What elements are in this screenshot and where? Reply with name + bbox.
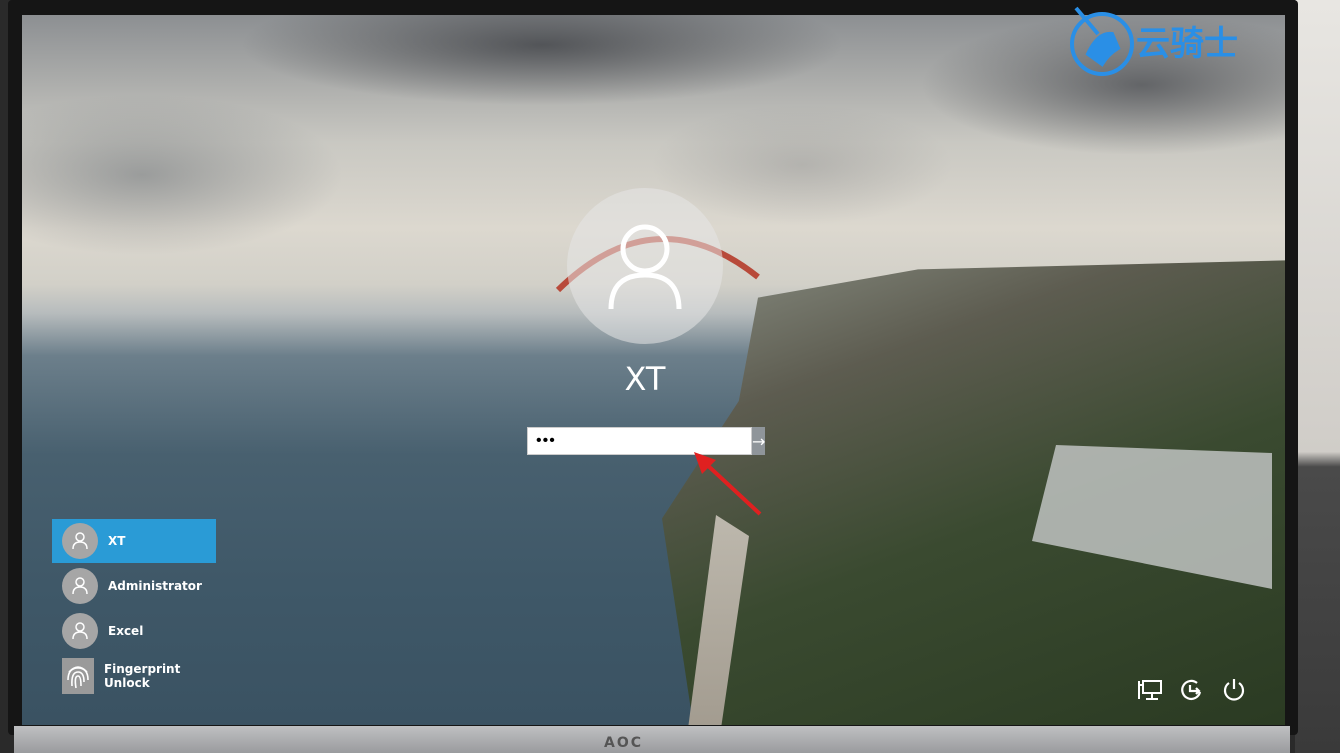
user-item-administrator[interactable]: Administrator — [52, 564, 216, 608]
accessibility-icon[interactable] — [1178, 676, 1206, 704]
knight-logo-icon — [1070, 6, 1134, 76]
network-icon[interactable] — [1136, 676, 1164, 704]
user-item-excel[interactable]: Excel — [52, 609, 216, 653]
user-item-fingerprint-unlock[interactable]: Fingerprint Unlock — [52, 654, 216, 698]
user-switch-list: XT Administrator Excel Fingerprint Unloc… — [52, 519, 216, 699]
watermark: 云骑士 — [1068, 4, 1238, 76]
user-icon — [62, 523, 98, 559]
user-icon — [608, 224, 682, 310]
user-avatar — [567, 188, 723, 344]
user-item-label: Administrator — [108, 579, 202, 593]
power-icon[interactable] — [1220, 676, 1248, 704]
user-icon — [62, 568, 98, 604]
background-wall — [1295, 0, 1340, 753]
monitor-brand-logo: AOC — [604, 735, 644, 751]
user-item-label: Fingerprint Unlock — [103, 662, 181, 690]
user-item-xt[interactable]: XT — [52, 519, 216, 563]
watermark-text: 云骑士 — [1136, 23, 1238, 64]
monitor-chin — [14, 726, 1290, 753]
user-icon — [62, 613, 98, 649]
user-item-label: Excel — [108, 624, 144, 638]
system-icons — [1136, 676, 1248, 704]
annotation-arrow — [694, 452, 762, 516]
username: XT — [624, 360, 666, 398]
user-item-label: XT — [108, 534, 126, 548]
fingerprint-icon — [62, 658, 94, 694]
